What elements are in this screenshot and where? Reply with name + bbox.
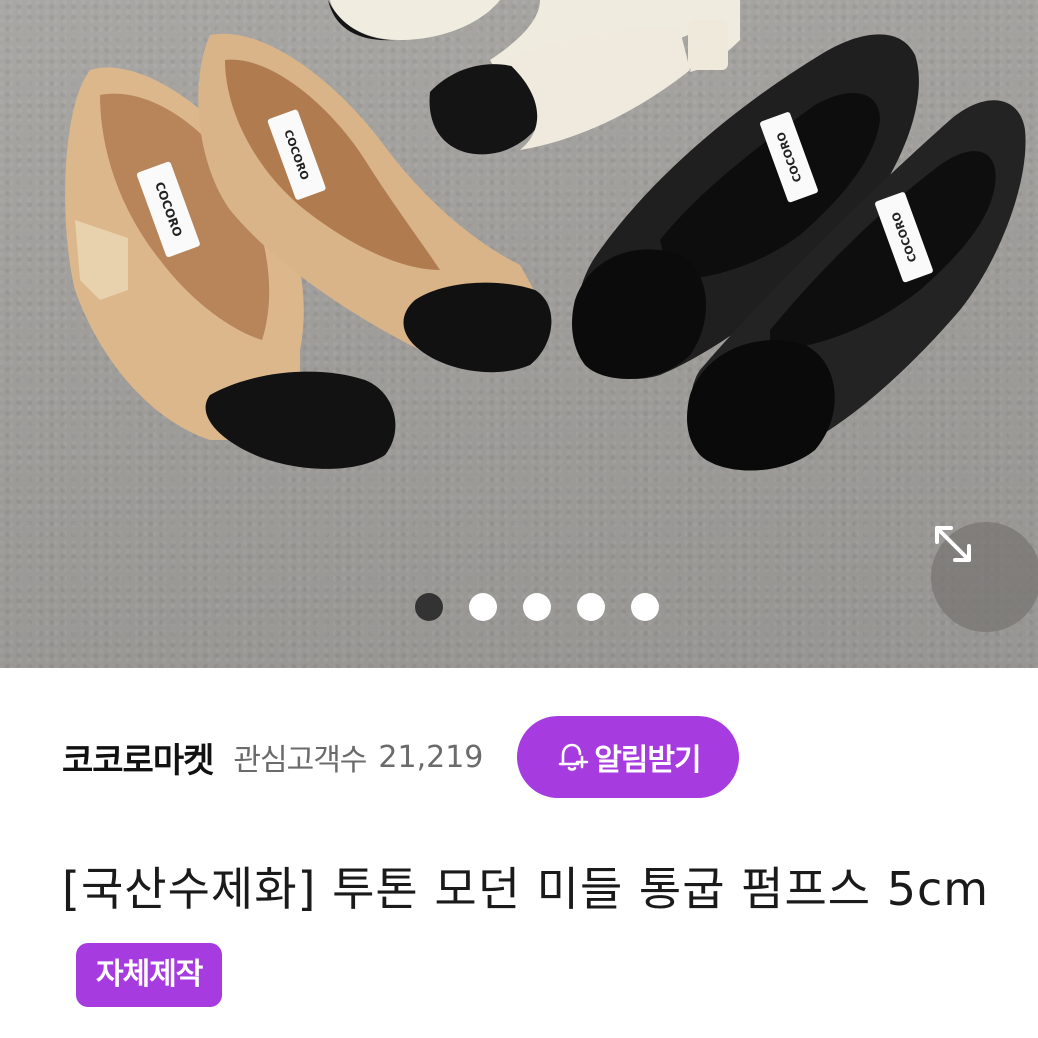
expand-image-button[interactable] <box>931 522 1038 632</box>
product-title: [국산수제화] 투톤 모던 미들 통굽 펌프스 5cm <box>62 862 990 916</box>
seller-name[interactable]: 코코로마켓 <box>62 733 214 782</box>
product-photo: COCORO COCORO COCORO COCORO <box>65 0 1026 471</box>
product-image-carousel[interactable]: COCORO COCORO COCORO COCORO <box>0 0 1038 668</box>
carousel-dot-1[interactable] <box>415 593 443 621</box>
notify-button[interactable]: 알림받기 <box>517 716 740 798</box>
seller-row: 코코로마켓 관심고객수 21,219 알림받기 <box>62 716 1002 798</box>
self-made-badge: 자체제작 <box>76 942 223 1007</box>
carousel-dot-3[interactable] <box>523 593 551 621</box>
carousel-dot-5[interactable] <box>631 593 659 621</box>
interest-count-value: 21,219 <box>378 739 484 775</box>
carousel-dot-4[interactable] <box>577 593 605 621</box>
bell-plus-icon <box>556 740 590 774</box>
carousel-pagination <box>415 593 659 621</box>
expand-icon <box>935 526 971 562</box>
product-title-block: [국산수제화] 투톤 모던 미들 통굽 펌프스 5cm 자체제작 <box>62 845 1022 1021</box>
interest-count-label: 관심고객수 <box>233 743 367 778</box>
notify-button-label: 알림받기 <box>594 743 701 778</box>
carousel-dot-2[interactable] <box>469 593 497 621</box>
cream-shoe <box>328 0 740 155</box>
